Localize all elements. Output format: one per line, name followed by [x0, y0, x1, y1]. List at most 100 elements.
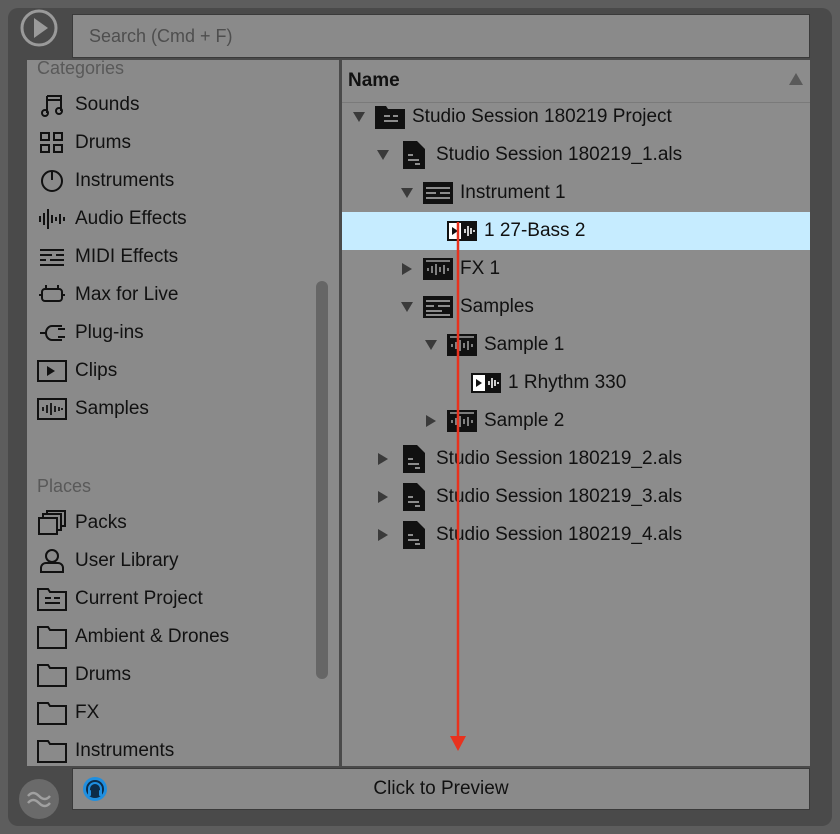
tree-row-label: Studio Session 180219_4.als: [436, 524, 683, 545]
sidebar-item-label: Drums: [75, 664, 131, 685]
expand-down-icon[interactable]: [422, 336, 440, 354]
tree-row-label: Studio Session 180219 Project: [412, 106, 672, 127]
headphone-preview-icon[interactable]: [82, 776, 108, 802]
tree-row-label: Studio Session 180219_2.als: [436, 448, 683, 469]
waveform-icon: [27, 791, 51, 808]
tree-row-samples[interactable]: Samples: [342, 288, 810, 326]
project-folder-filled-icon: [374, 103, 406, 131]
midi-track-icon: [422, 179, 454, 207]
tree-row-label: Sample 1: [484, 334, 565, 355]
sidebar-item-instruments-folder[interactable]: Instruments: [37, 736, 174, 766]
audio-track-icon: [422, 255, 454, 283]
sidebar-item-label: Max for Live: [75, 284, 179, 305]
audio-clip-icon: [470, 369, 502, 397]
tree-row-label: FX 1: [460, 258, 501, 279]
sidebar-item-packs[interactable]: Packs: [37, 508, 127, 538]
tree-row-label: Studio Session 180219_1.als: [436, 144, 683, 165]
name-column-header[interactable]: Name: [342, 60, 810, 103]
midi-track-icon: [422, 293, 454, 321]
browser-content: Name Studio Session 180219 Project Studi…: [342, 60, 810, 766]
live-set-file-icon: [398, 141, 430, 169]
sidebar-item-label: Samples: [75, 398, 149, 419]
sidebar-item-label: Instruments: [75, 740, 175, 761]
tree-row-set-3[interactable]: Studio Session 180219_3.als: [342, 478, 810, 516]
tree-row-clip-rhythm[interactable]: 1 Rhythm 330: [342, 364, 810, 402]
audio-clip-icon: [446, 217, 478, 245]
live-set-file-icon: [398, 445, 430, 473]
tree-row-set-2[interactable]: Studio Session 180219_2.als: [342, 440, 810, 478]
tree-row-set-1[interactable]: Studio Session 180219_1.als: [342, 136, 810, 174]
sidebar-item-label: FX: [75, 702, 100, 723]
sidebar-item-label: Packs: [75, 512, 127, 533]
expand-right-icon[interactable]: [374, 526, 392, 544]
play-toggle-button[interactable]: [19, 8, 59, 48]
sidebar-item-label: MIDI Effects: [75, 246, 179, 267]
preview-bar[interactable]: Click to Preview: [72, 768, 810, 810]
search-input[interactable]: Search (Cmd + F): [72, 14, 810, 58]
live-set-file-icon: [398, 521, 430, 549]
packs-icon: [37, 510, 67, 536]
tree-row-label: 1 Rhythm 330: [508, 372, 627, 393]
sidebar-item-sounds[interactable]: Sounds: [37, 90, 139, 120]
tree-row-instrument-1[interactable]: Instrument 1: [342, 174, 810, 212]
sidebar-item-clips[interactable]: Clips: [37, 356, 117, 386]
sidebar-item-ambient-drones[interactable]: Ambient & Drones: [37, 622, 229, 652]
tree-row-label: Studio Session 180219_3.als: [436, 486, 683, 507]
sidebar-item-label: Audio Effects: [75, 208, 187, 229]
knob-icon: [37, 168, 67, 194]
midi-lines-icon: [37, 244, 67, 270]
tree-row-set-4[interactable]: Studio Session 180219_4.als: [342, 516, 810, 554]
tree-row-sample-1[interactable]: Sample 1: [342, 326, 810, 364]
tree-row-clip-bass[interactable]: 1 27-Bass 2: [342, 212, 810, 250]
folder-icon: [37, 738, 67, 764]
sort-ascending-icon: [789, 73, 803, 85]
expand-right-icon[interactable]: [374, 488, 392, 506]
sidebar-item-label: Instruments: [75, 170, 175, 191]
expand-down-icon[interactable]: [374, 146, 392, 164]
tree-row-label: 1 27-Bass 2: [484, 220, 586, 241]
expand-down-icon[interactable]: [398, 184, 416, 202]
tree-row-label: Samples: [460, 296, 534, 317]
sidebar-item-samples[interactable]: Samples: [37, 394, 149, 424]
max-icon: [37, 282, 67, 308]
tree-row-label: Sample 2: [484, 410, 565, 431]
groove-pool-button[interactable]: [19, 779, 59, 819]
sidebar: Categories Sounds Drums Instruments Audi…: [27, 60, 339, 766]
expand-right-icon[interactable]: [374, 450, 392, 468]
expand-right-icon[interactable]: [422, 412, 440, 430]
expand-down-icon[interactable]: [398, 298, 416, 316]
tree-row-project[interactable]: Studio Session 180219 Project: [342, 98, 810, 136]
sidebar-item-max-for-live[interactable]: Max for Live: [37, 280, 178, 310]
play-icon: [20, 9, 58, 47]
sidebar-item-instruments[interactable]: Instruments: [37, 166, 174, 196]
music-note-icon: [37, 92, 67, 118]
sidebar-item-label: User Library: [75, 550, 179, 571]
sample-track-icon: [446, 331, 478, 359]
folder-icon: [37, 624, 67, 650]
sidebar-item-fx[interactable]: FX: [37, 698, 99, 728]
sidebar-item-label: Drums: [75, 132, 131, 153]
tree-row-fx-1[interactable]: FX 1: [342, 250, 810, 288]
sidebar-item-current-project[interactable]: Current Project: [37, 584, 203, 614]
sample-wave-icon: [37, 396, 67, 422]
sidebar-item-label: Current Project: [75, 588, 203, 609]
sidebar-item-plug-ins[interactable]: Plug-ins: [37, 318, 144, 348]
sidebar-item-audio-effects[interactable]: Audio Effects: [37, 204, 187, 234]
expand-right-icon[interactable]: [398, 260, 416, 278]
sidebar-item-drums-folder[interactable]: Drums: [37, 660, 131, 690]
live-set-file-icon: [398, 483, 430, 511]
tree-row-sample-2[interactable]: Sample 2: [342, 402, 810, 440]
folder-icon: [37, 662, 67, 688]
sidebar-scrollbar[interactable]: [316, 281, 328, 679]
sidebar-item-label: Ambient & Drones: [75, 626, 230, 647]
sidebar-item-drums[interactable]: Drums: [37, 128, 131, 158]
clip-play-icon: [37, 358, 67, 384]
sidebar-item-user-library[interactable]: User Library: [37, 546, 178, 576]
sidebar-item-midi-effects[interactable]: MIDI Effects: [37, 242, 178, 272]
tree-row-label: Instrument 1: [460, 182, 566, 203]
expand-down-icon[interactable]: [350, 108, 368, 126]
sidebar-item-label: Clips: [75, 360, 118, 381]
plug-icon: [37, 320, 67, 346]
